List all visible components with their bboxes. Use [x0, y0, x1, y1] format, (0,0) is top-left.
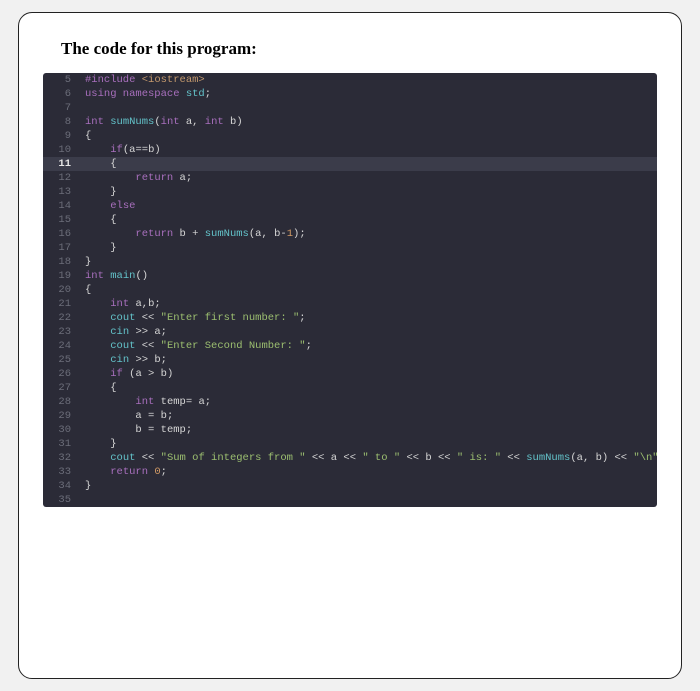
line-number: 11	[43, 157, 79, 171]
code-content: cout << "Enter first number: ";	[79, 311, 657, 325]
code-line: 29 a = b;	[43, 409, 657, 423]
line-number: 8	[43, 115, 79, 129]
code-line: 20{	[43, 283, 657, 297]
code-content: int a,b;	[79, 297, 657, 311]
code-content: {	[79, 283, 657, 297]
code-content: return a;	[79, 171, 657, 185]
code-line: 19int main()	[43, 269, 657, 283]
line-number: 28	[43, 395, 79, 409]
line-number: 20	[43, 283, 79, 297]
line-number: 25	[43, 353, 79, 367]
line-number: 34	[43, 479, 79, 493]
code-line: 27 {	[43, 381, 657, 395]
code-content: }	[79, 437, 657, 451]
code-content: }	[79, 255, 657, 269]
code-content	[79, 101, 657, 115]
code-content	[79, 493, 657, 507]
code-content: using namespace std;	[79, 87, 657, 101]
code-content: int main()	[79, 269, 657, 283]
line-number: 9	[43, 129, 79, 143]
code-line: 23 cin >> a;	[43, 325, 657, 339]
code-content: {	[79, 129, 657, 143]
code-content: if(a==b)	[79, 143, 657, 157]
heading: The code for this program:	[61, 39, 657, 59]
code-line: 34}	[43, 479, 657, 493]
line-number: 14	[43, 199, 79, 213]
line-number: 21	[43, 297, 79, 311]
code-line: 15 {	[43, 213, 657, 227]
code-line: 18}	[43, 255, 657, 269]
line-number: 18	[43, 255, 79, 269]
code-block: 5#include <iostream>6using namespace std…	[43, 73, 657, 507]
code-line: 12 return a;	[43, 171, 657, 185]
line-number: 32	[43, 451, 79, 465]
code-content: cin >> a;	[79, 325, 657, 339]
code-line: 8int sumNums(int a, int b)	[43, 115, 657, 129]
code-content: b = temp;	[79, 423, 657, 437]
code-content: {	[79, 213, 657, 227]
line-number: 12	[43, 171, 79, 185]
code-line: 6using namespace std;	[43, 87, 657, 101]
code-content: cout << "Sum of integers from " << a << …	[79, 451, 657, 465]
code-line: 26 if (a > b)	[43, 367, 657, 381]
code-line: 9{	[43, 129, 657, 143]
code-line: 30 b = temp;	[43, 423, 657, 437]
line-number: 17	[43, 241, 79, 255]
code-line: 14 else	[43, 199, 657, 213]
code-line: 22 cout << "Enter first number: ";	[43, 311, 657, 325]
code-line: 11 {	[43, 157, 657, 171]
line-number: 15	[43, 213, 79, 227]
code-line: 35	[43, 493, 657, 507]
code-content: a = b;	[79, 409, 657, 423]
code-content: cout << "Enter Second Number: ";	[79, 339, 657, 353]
line-number: 26	[43, 367, 79, 381]
code-line: 21 int a,b;	[43, 297, 657, 311]
line-number: 22	[43, 311, 79, 325]
document-sheet: The code for this program: 5#include <io…	[18, 12, 682, 679]
code-content: else	[79, 199, 657, 213]
line-number: 33	[43, 465, 79, 479]
code-line: 25 cin >> b;	[43, 353, 657, 367]
line-number: 29	[43, 409, 79, 423]
code-line: 33 return 0;	[43, 465, 657, 479]
code-line: 28 int temp= a;	[43, 395, 657, 409]
code-content: cin >> b;	[79, 353, 657, 367]
code-line: 32 cout << "Sum of integers from " << a …	[43, 451, 657, 465]
line-number: 13	[43, 185, 79, 199]
line-number: 5	[43, 73, 79, 87]
code-line: 24 cout << "Enter Second Number: ";	[43, 339, 657, 353]
code-content: {	[79, 157, 657, 171]
code-line: 31 }	[43, 437, 657, 451]
code-content: }	[79, 241, 657, 255]
code-content: int sumNums(int a, int b)	[79, 115, 657, 129]
line-number: 16	[43, 227, 79, 241]
line-number: 30	[43, 423, 79, 437]
code-line: 13 }	[43, 185, 657, 199]
code-content: }	[79, 479, 657, 493]
line-number: 35	[43, 493, 79, 507]
page: The code for this program: 5#include <io…	[0, 0, 700, 691]
line-number: 19	[43, 269, 79, 283]
code-content: {	[79, 381, 657, 395]
code-content: int temp= a;	[79, 395, 657, 409]
code-line: 16 return b + sumNums(a, b-1);	[43, 227, 657, 241]
code-line: 7	[43, 101, 657, 115]
code-content: #include <iostream>	[79, 73, 657, 87]
line-number: 10	[43, 143, 79, 157]
line-number: 6	[43, 87, 79, 101]
line-number: 31	[43, 437, 79, 451]
code-content: if (a > b)	[79, 367, 657, 381]
line-number: 24	[43, 339, 79, 353]
line-number: 23	[43, 325, 79, 339]
line-number: 7	[43, 101, 79, 115]
code-line: 10 if(a==b)	[43, 143, 657, 157]
code-content: return b + sumNums(a, b-1);	[79, 227, 657, 241]
code-content: return 0;	[79, 465, 657, 479]
code-line: 17 }	[43, 241, 657, 255]
code-line: 5#include <iostream>	[43, 73, 657, 87]
code-content: }	[79, 185, 657, 199]
line-number: 27	[43, 381, 79, 395]
